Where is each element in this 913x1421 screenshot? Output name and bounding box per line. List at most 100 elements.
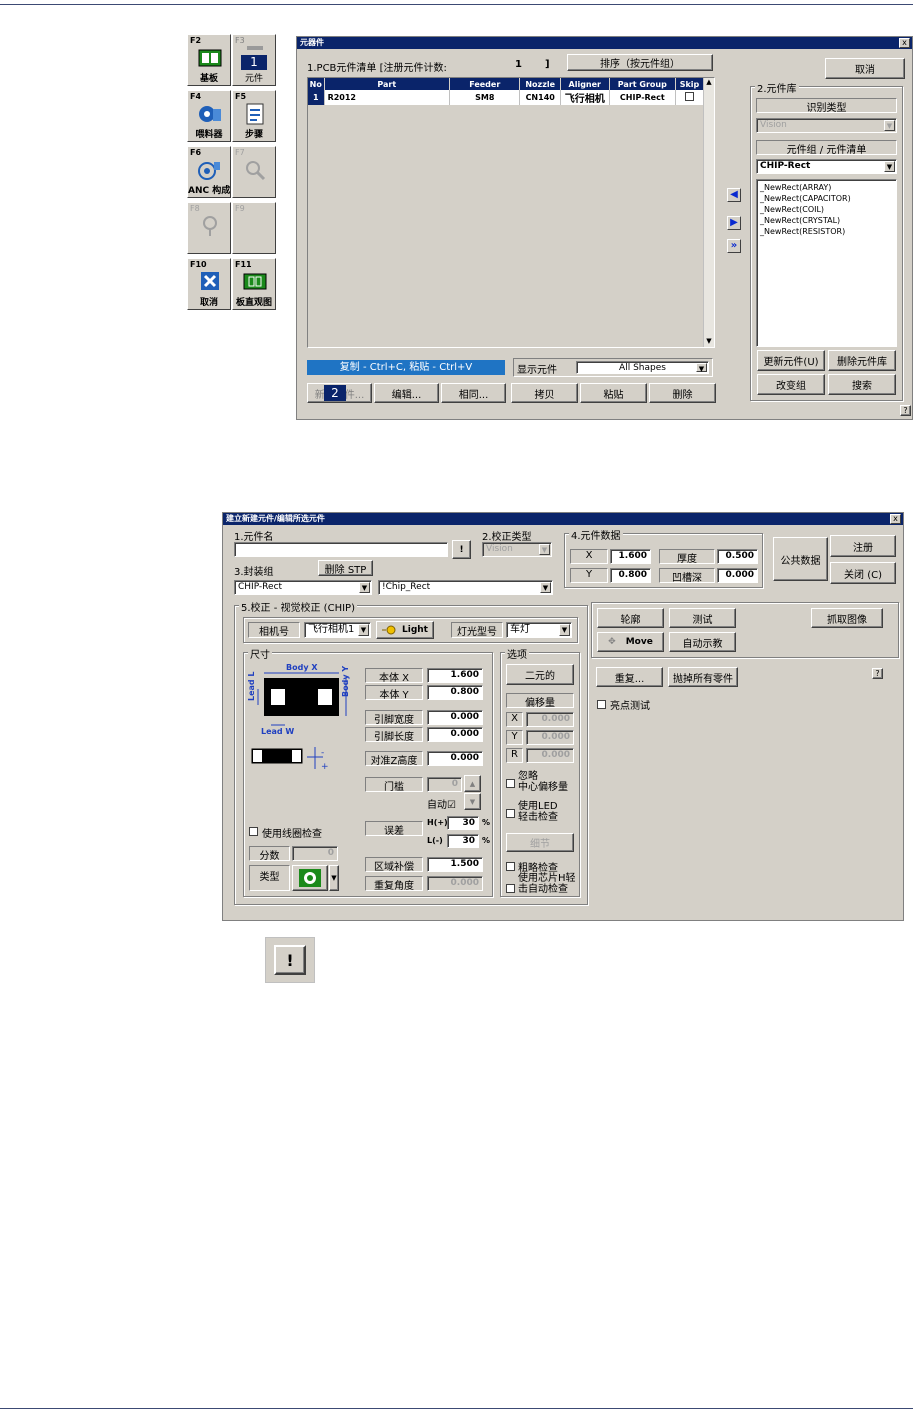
scroll-down-icon[interactable]: ▼ <box>704 337 714 347</box>
delete-button[interactable]: 删除 <box>649 383 716 403</box>
group-select[interactable]: CHIP-Rect ▼ <box>756 159 897 174</box>
cell-skip[interactable] <box>675 90 705 105</box>
fkey-steps[interactable]: F5 步骤 <box>232 90 276 142</box>
fkey-board-view[interactable]: F11 板直观图 <box>232 258 276 310</box>
close-icon[interactable]: x <box>890 514 901 524</box>
list-item[interactable]: _NewRect(RESISTOR) <box>760 226 893 237</box>
change-group-button[interactable]: 改变组 <box>757 374 825 395</box>
fkey-text: 板直观图 <box>235 298 272 308</box>
name-lookup-button[interactable]: ! <box>452 540 471 559</box>
lead-length-input[interactable]: 0.000 <box>427 727 483 742</box>
scroll-up-icon[interactable]: ▲ <box>704 78 714 88</box>
col-skip[interactable]: Skip <box>675 78 705 90</box>
throw-all-parts-button[interactable]: 抛掉所有零件 <box>668 667 738 687</box>
fkey-label: F7 <box>235 148 245 157</box>
package-shape-select[interactable]: !Chip_Rect ▼ <box>378 580 553 595</box>
body-y-input[interactable]: 0.800 <box>427 685 483 700</box>
bright-spot-test-checkbox[interactable] <box>597 700 606 709</box>
chevron-down-icon[interactable]: ▼ <box>540 582 551 593</box>
delete-stp-button[interactable]: 删除 STP <box>318 560 373 576</box>
update-component-button[interactable]: 更新元件(U) <box>757 350 825 371</box>
auto-checkbox-label[interactable]: 自动☑ <box>427 796 456 811</box>
score-label: 分数 <box>249 846 290 862</box>
lead-width-input[interactable]: 0.000 <box>427 710 483 725</box>
tolerance-low-input[interactable]: 30 <box>447 834 479 848</box>
auto-teach-button[interactable]: 自动示教 <box>669 632 736 652</box>
outline-button[interactable]: 轮廓 <box>597 608 664 628</box>
list-item[interactable]: _NewRect(CAPACITOR) <box>760 193 893 204</box>
groove-depth-input[interactable]: 0.000 <box>717 568 758 583</box>
col-nozzle[interactable]: Nozzle <box>519 78 561 90</box>
sort-by-group-button[interactable]: 排序（按元件组） <box>567 54 713 71</box>
callout-badge-2: 2 <box>324 385 346 401</box>
table-scrollbar[interactable]: ▲ ▼ <box>703 78 714 347</box>
ignore-center-offset-checkbox[interactable] <box>506 779 515 788</box>
package-group-select[interactable]: CHIP-Rect ▼ <box>234 580 372 595</box>
col-no[interactable]: No <box>308 78 325 90</box>
delete-library-button[interactable]: 删除元件库 <box>828 350 896 371</box>
camera-select[interactable]: 飞行相机1 ▼ <box>304 622 371 638</box>
edit-button[interactable]: 编辑... <box>374 383 439 403</box>
test-button[interactable]: 测试 <box>669 608 736 628</box>
lamp-type-select[interactable]: 车灯 ▼ <box>506 622 572 638</box>
chevron-down-icon[interactable]: ▼ <box>884 161 895 172</box>
new-component-button[interactable]: 新建元件... 2 <box>307 383 372 403</box>
search-button[interactable]: 搜索 <box>828 374 896 395</box>
y-input[interactable]: 0.800 <box>610 568 651 583</box>
chip-auto-check-checkbox[interactable] <box>506 884 515 893</box>
chevron-down-icon[interactable]: ▼ <box>696 363 707 373</box>
show-components-select[interactable]: All Shapes ▼ <box>576 361 709 374</box>
arrow-right-icon[interactable]: ▶ <box>727 216 741 230</box>
fkey-component[interactable]: F3 1 元件 <box>232 34 276 86</box>
align-type-select: Vision ▼ <box>482 542 552 557</box>
fkey-feeder[interactable]: F4 喂料器 <box>187 90 231 142</box>
chevron-down-icon[interactable]: ▼ <box>359 582 370 593</box>
cancel-button[interactable]: 取消 <box>825 58 905 79</box>
thickness-input[interactable]: 0.500 <box>717 549 758 564</box>
fkey-anc[interactable]: F6 ANC 构成 <box>187 146 231 198</box>
component-name-input[interactable] <box>234 542 448 557</box>
library-list[interactable]: _NewRect(ARRAY) _NewRect(CAPACITOR) _New… <box>756 179 897 347</box>
body-x-input[interactable]: 1.600 <box>427 668 483 683</box>
x-input[interactable]: 1.600 <box>610 549 651 564</box>
col-aligner[interactable]: Aligner <box>560 78 610 90</box>
threshold-input: 0 <box>427 777 462 792</box>
list-item[interactable]: _NewRect(CRYSTAL) <box>760 215 893 226</box>
move-button[interactable]: ✥ Move <box>597 632 664 652</box>
use-led-check-checkbox[interactable] <box>506 809 515 818</box>
list-item[interactable]: _NewRect(ARRAY) <box>760 182 893 193</box>
help-icon[interactable]: ? <box>872 668 883 679</box>
tolerance-high-input[interactable]: 30 <box>447 816 479 830</box>
double-arrow-right-icon[interactable]: » <box>727 239 741 253</box>
chevron-down-icon[interactable]: ▼ <box>358 624 369 636</box>
close-button[interactable]: 关闭 (C) <box>830 562 896 584</box>
chevron-down-icon[interactable]: ▼ <box>329 865 339 891</box>
paste-button[interactable]: 粘贴 <box>580 383 647 403</box>
fkey-board[interactable]: F2 基板 <box>187 34 231 86</box>
close-icon[interactable]: x <box>899 38 910 48</box>
align-z-height-input[interactable]: 0.000 <box>427 751 483 766</box>
binary-button[interactable]: 二元的 <box>506 664 574 685</box>
coil-check-checkbox[interactable] <box>249 827 258 836</box>
col-part[interactable]: Part <box>324 78 451 90</box>
table-row[interactable]: 1 R2012 SM8 CN140 飞行相机 CHIP-Rect <box>308 90 705 105</box>
public-data-button[interactable]: 公共数据 <box>773 537 828 581</box>
register-button[interactable]: 注册 <box>830 535 896 557</box>
col-feeder[interactable]: Feeder <box>449 78 521 90</box>
grab-image-button[interactable]: 抓取图像 <box>811 608 883 628</box>
skip-checkbox[interactable] <box>684 92 694 101</box>
fkey-text: 基板 <box>199 74 218 84</box>
arrow-left-icon[interactable]: ◀ <box>727 188 741 202</box>
type-shape-button[interactable] <box>292 865 328 891</box>
copy-button[interactable]: 拷贝 <box>511 383 578 403</box>
rough-check-checkbox[interactable] <box>506 862 515 871</box>
list-item[interactable]: _NewRect(COIL) <box>760 204 893 215</box>
repeat-button[interactable]: 重复... <box>596 667 663 687</box>
help-icon[interactable]: ? <box>900 405 911 416</box>
area-compensation-input[interactable]: 1.500 <box>427 857 483 872</box>
fkey-cancel[interactable]: F10 取消 <box>187 258 231 310</box>
light-button[interactable]: Light <box>376 621 434 639</box>
col-part-group[interactable]: Part Group <box>609 78 676 90</box>
same-button[interactable]: 相同... <box>441 383 506 403</box>
chevron-down-icon[interactable]: ▼ <box>559 624 570 636</box>
